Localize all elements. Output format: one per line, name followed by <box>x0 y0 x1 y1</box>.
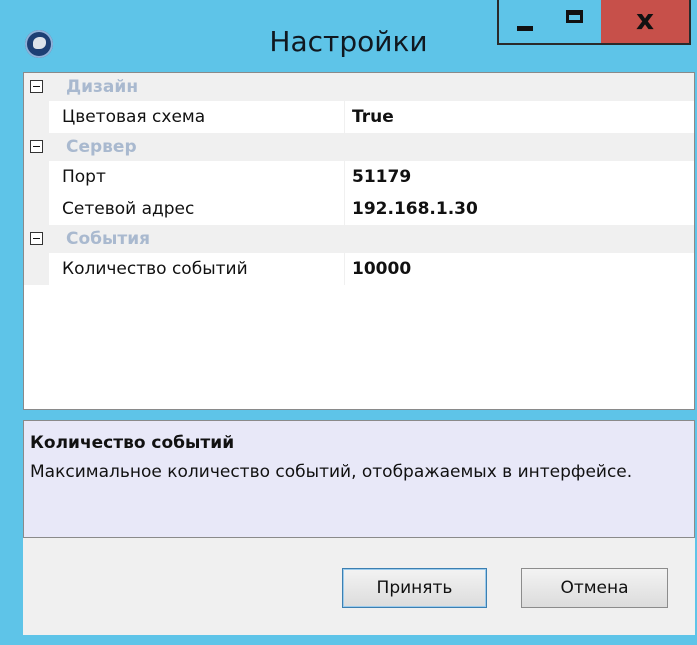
property-value[interactable]: 10000 <box>352 259 411 279</box>
category-events[interactable]: События <box>24 225 694 253</box>
property-row-port[interactable]: Порт 51179 <box>24 161 694 193</box>
column-divider <box>344 101 345 133</box>
close-icon: x <box>635 3 655 36</box>
property-name: Сетевой адрес <box>62 199 195 219</box>
collapse-icon[interactable] <box>30 232 43 245</box>
property-value[interactable]: 192.168.1.30 <box>352 199 478 219</box>
minimize-icon <box>517 26 533 31</box>
property-name: Порт <box>62 167 106 187</box>
category-server[interactable]: Сервер <box>24 133 694 161</box>
column-divider <box>344 253 345 285</box>
description-panel: Количество событий Максимальное количест… <box>23 420 695 538</box>
cancel-button[interactable]: Отмена <box>521 568 668 608</box>
collapse-icon[interactable] <box>30 140 43 153</box>
accept-button[interactable]: Принять <box>342 568 487 608</box>
category-label: Сервер <box>66 137 137 157</box>
property-row-event-count[interactable]: Количество событий 10000 <box>24 253 694 285</box>
property-grid: Дизайн Цветовая схема True Сервер Порт 5… <box>23 72 695 410</box>
property-name: Цветовая схема <box>62 107 206 127</box>
property-name: Количество событий <box>62 259 248 279</box>
category-design[interactable]: Дизайн <box>24 73 694 101</box>
close-button[interactable]: x <box>601 0 691 45</box>
row-gutter <box>24 161 49 193</box>
row-gutter <box>24 253 49 285</box>
settings-window: Настройки x Дизайн Цветовая схема True С… <box>0 0 697 645</box>
window-border <box>0 635 697 645</box>
maximize-icon <box>566 10 583 23</box>
property-value[interactable]: 51179 <box>352 167 411 187</box>
column-divider <box>344 161 345 193</box>
property-row-network-address[interactable]: Сетевой адрес 192.168.1.30 <box>24 193 694 225</box>
row-gutter <box>24 101 49 133</box>
row-gutter <box>24 193 49 225</box>
title-bar[interactable]: Настройки x <box>0 0 697 70</box>
maximize-button[interactable] <box>548 0 603 45</box>
category-label: Дизайн <box>66 77 139 97</box>
property-value[interactable]: True <box>352 107 394 127</box>
property-row-color-scheme[interactable]: Цветовая схема True <box>24 101 694 133</box>
collapse-icon[interactable] <box>30 80 43 93</box>
description-title: Количество событий <box>30 433 235 453</box>
column-divider <box>344 193 345 225</box>
description-text: Максимальное количество событий, отображ… <box>30 462 633 482</box>
category-label: События <box>66 229 151 249</box>
minimize-button[interactable] <box>497 0 550 45</box>
